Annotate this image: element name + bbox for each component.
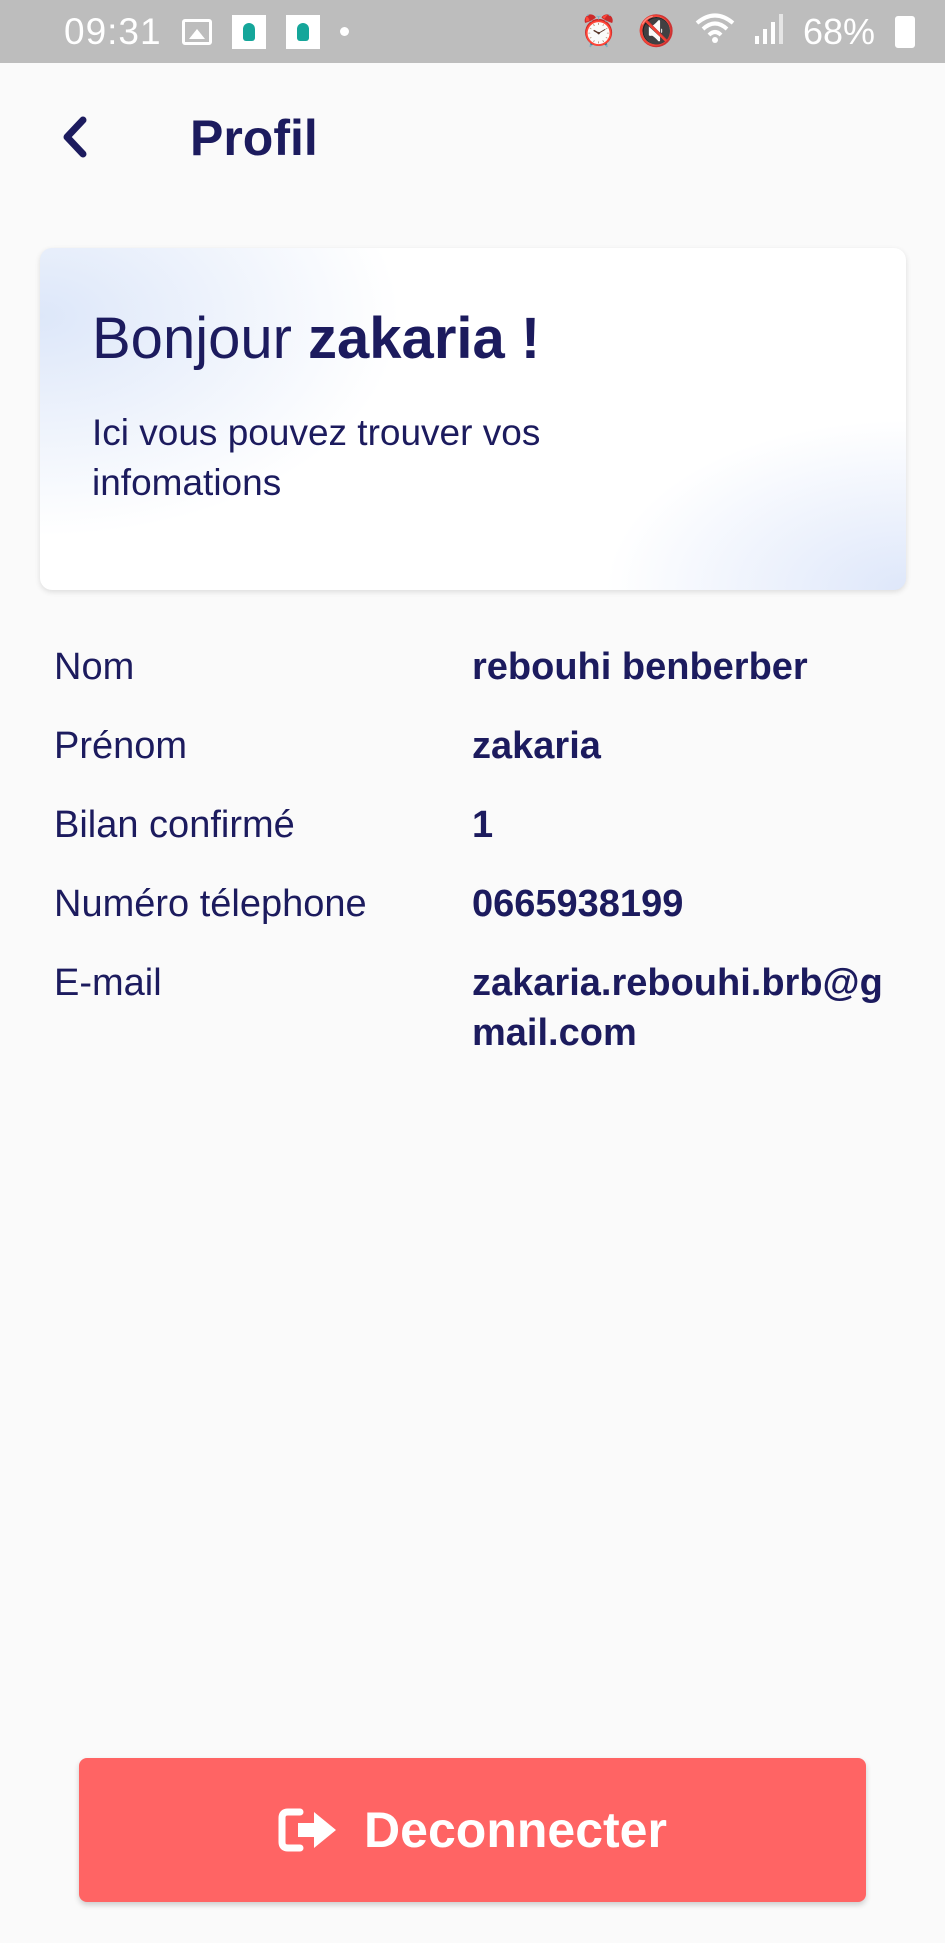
greeting-suffix: ! (520, 306, 541, 371)
battery-icon (895, 15, 915, 48)
info-value: 1 (472, 804, 494, 846)
info-value: rebouhi benberber (472, 646, 808, 688)
info-row-bilan: Bilan confirmé 1 (54, 800, 894, 879)
info-value: zakaria (472, 725, 601, 767)
info-row-email: E-mail zakaria.rebouhi.brb@gmail.com (54, 958, 894, 1078)
app-notification-icon (231, 14, 266, 49)
alarm-icon: ⏰ (580, 15, 618, 48)
status-bar-left: 09:31 (64, 11, 349, 53)
info-label: E-mail (54, 962, 162, 1004)
info-value: 0665938199 (472, 883, 684, 925)
signal-icon (754, 11, 783, 53)
wifi-icon (695, 11, 735, 53)
profile-screen: 09:31 ⏰ 🔇 68% Profil Bonjour zakaria ! I… (0, 0, 945, 1943)
info-row-phone: Numéro télephone 0665938199 (54, 879, 894, 958)
app-header: Profil (0, 63, 945, 213)
greeting-heading: Bonjour zakaria ! (92, 304, 854, 374)
sign-out-icon (278, 1806, 340, 1854)
info-value: zakaria.rebouhi.brb@gmail.com (472, 962, 883, 1054)
info-label: Bilan confirmé (54, 804, 295, 846)
status-bar: 09:31 ⏰ 🔇 68% (0, 0, 945, 63)
chevron-left-icon (63, 116, 87, 158)
app-notification-icon (285, 14, 320, 49)
dot-icon (339, 27, 349, 36)
info-label: Numéro télephone (54, 883, 367, 925)
info-label: Nom (54, 646, 135, 688)
info-row-prenom: Prénom zakaria (54, 721, 894, 800)
image-icon (181, 18, 212, 45)
info-row-nom: Nom rebouhi benberber (54, 642, 894, 721)
info-label: Prénom (54, 725, 188, 767)
battery-percentage: 68% (802, 10, 875, 52)
profile-info-list: Nom rebouhi benberber Prénom zakaria Bil… (54, 642, 894, 1078)
greeting-subtitle: Ici vous pouvez trouver vos infomations (92, 411, 541, 503)
greeting-user-name: zakaria (308, 306, 505, 371)
logout-button[interactable]: Deconnecter (79, 1758, 866, 1902)
logout-label: Deconnecter (364, 1802, 667, 1858)
page-title: Profil (190, 110, 318, 166)
greeting-prefix: Bonjour (92, 306, 292, 371)
back-button[interactable] (52, 115, 96, 159)
greeting-card: Bonjour zakaria ! Ici vous pouvez trouve… (40, 248, 906, 590)
status-bar-right: ⏰ 🔇 68% (580, 11, 915, 53)
status-time: 09:31 (64, 10, 162, 52)
mute-icon: 🔇 (637, 15, 675, 48)
